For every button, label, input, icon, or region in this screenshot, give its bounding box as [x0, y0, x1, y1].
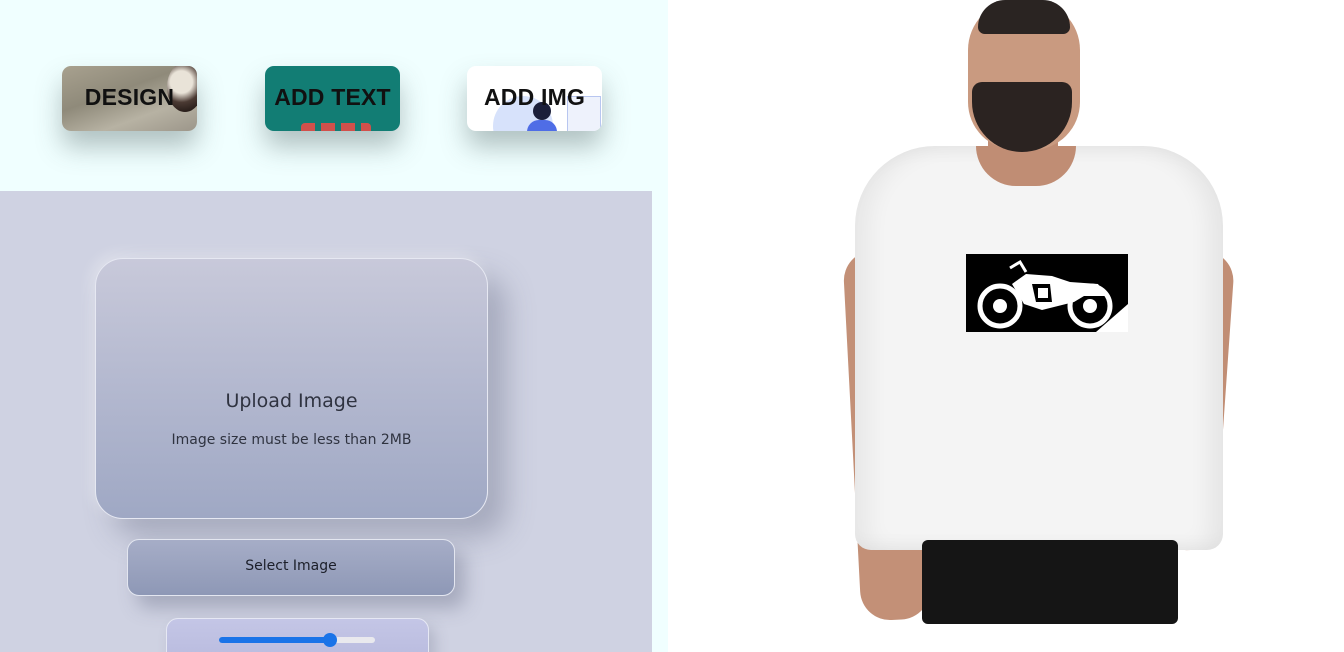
tshirt	[855, 146, 1223, 550]
upload-title: Upload Image	[225, 390, 358, 412]
size-slider-fill	[219, 637, 330, 643]
size-slider-thumb[interactable]	[322, 633, 337, 647]
add-image-button-label: ADD IMG	[483, 84, 586, 110]
text-thumbnail-image	[301, 123, 371, 131]
motorcycle-print-image	[966, 254, 1128, 332]
work-area: Upload Image Image size must be less tha…	[0, 191, 652, 652]
tool-bar: DESIGN ADD TEXT ADD IMG	[0, 0, 668, 191]
design-button[interactable]: DESIGN	[62, 66, 197, 131]
model-hair	[978, 0, 1070, 34]
add-image-button[interactable]: ADD IMG	[467, 66, 602, 131]
add-text-button-label: ADD TEXT	[274, 84, 391, 110]
motorcycle-icon	[966, 254, 1128, 332]
upload-dropzone[interactable]: Upload Image Image size must be less tha…	[95, 258, 488, 519]
select-image-button[interactable]: Select Image	[127, 539, 455, 596]
tshirt-preview	[668, 0, 1344, 652]
size-slider-track[interactable]	[219, 633, 375, 647]
model-photo	[842, 0, 1236, 624]
model-pants	[922, 540, 1178, 624]
upload-size-hint: Image size must be less than 2MB	[171, 432, 412, 448]
select-image-button-label: Select Image	[245, 558, 337, 574]
design-button-label: DESIGN	[84, 84, 175, 110]
size-slider-container	[166, 618, 429, 652]
editor-panel: DESIGN ADD TEXT ADD IMG Upload Image Ima…	[0, 0, 668, 652]
image-thumbnail-person-body	[527, 120, 557, 131]
add-text-button[interactable]: ADD TEXT	[265, 66, 400, 131]
